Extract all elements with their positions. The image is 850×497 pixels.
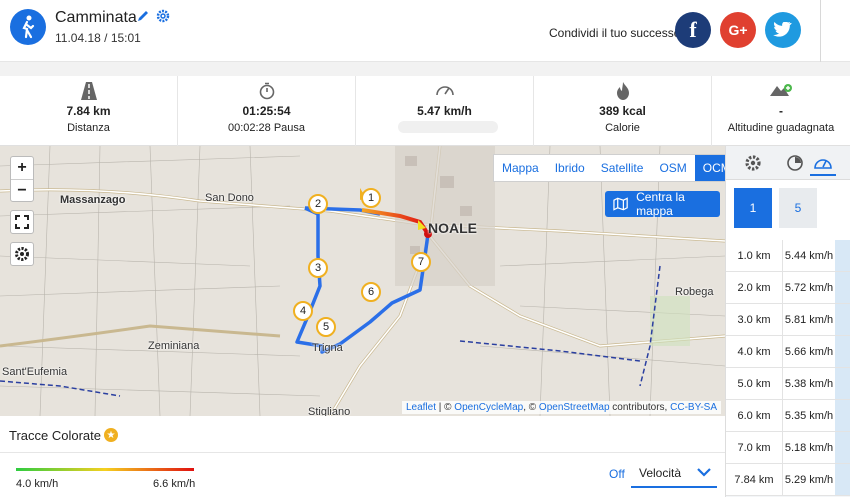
split-row: 4.0 km 5.66 km/h <box>726 336 850 368</box>
tab-speed[interactable] <box>810 150 836 176</box>
panel-tabs <box>726 146 850 180</box>
pie-clock-icon <box>787 155 803 171</box>
route-marker[interactable]: 3 <box>308 258 328 278</box>
colored-tracks-title: Tracce Colorate <box>9 428 101 443</box>
map-attribution: Leaflet | © OpenCycleMap, © OpenStreetMa… <box>401 401 721 414</box>
stopwatch-icon <box>259 82 275 105</box>
gradient-max-label: 6.6 km/h <box>153 478 196 490</box>
zoom-in-button[interactable]: + <box>11 157 33 179</box>
page-1-button[interactable]: 1 <box>734 188 772 228</box>
route-map[interactable]: Massanzago San Dono Zeminiana Sant'Eufem… <box>0 146 725 416</box>
gradient-min-label: 4.0 km/h <box>16 478 59 490</box>
layer-ibrido[interactable]: Ibrido <box>547 155 593 181</box>
stat-avg-speed: 5.47 km/h <box>356 76 534 146</box>
stat-distance: 7.84 km Distanza <box>0 76 178 146</box>
premium-star-icon: ★ <box>104 428 118 442</box>
layer-mappa[interactable]: Mappa <box>494 155 547 181</box>
split-row: 5.0 km 5.38 km/h <box>726 368 850 400</box>
road-icon <box>80 82 97 105</box>
split-row: 1.0 km 5.44 km/h <box>726 240 850 272</box>
edit-pencil-icon[interactable] <box>136 9 150 28</box>
openstreetmap-link[interactable]: OpenStreetMap <box>539 402 610 413</box>
splits-table: 1.0 km 5.44 km/h 2.0 km 5.72 km/h 3.0 km 5.… <box>726 240 850 496</box>
route-marker[interactable]: 6 <box>361 282 381 302</box>
blurred-label <box>398 121 498 133</box>
town-label: Stigliano <box>308 406 351 416</box>
layer-switcher: Mappa Ibrido Satellite OSM OCM <box>493 154 725 182</box>
activity-date: 11.04.18 / 15:01 <box>55 31 141 45</box>
layer-ocm[interactable]: OCM <box>694 155 725 181</box>
license-link[interactable]: CC-BY-SA <box>670 402 717 413</box>
split-row: 7.0 km 5.18 km/h <box>726 432 850 464</box>
split-row: 2.0 km 5.72 km/h <box>726 272 850 304</box>
colored-tracks-off-link[interactable]: Off <box>609 467 625 481</box>
stats-bar: 7.84 km Distanza 01:25:54 00:02:28 Pausa… <box>0 76 850 146</box>
zoom-control: + − <box>10 156 34 202</box>
route-marker[interactable]: 2 <box>308 194 328 214</box>
layer-satellite[interactable]: Satellite <box>593 155 652 181</box>
chevron-down-icon <box>697 466 711 480</box>
walking-icon <box>10 9 46 45</box>
speed-gradient-legend <box>16 468 194 471</box>
center-map-button[interactable]: Centra la mappa <box>605 190 720 218</box>
split-pages: 1 5 <box>726 180 850 240</box>
town-label: NOALE <box>428 220 477 236</box>
town-label: San Dono <box>205 192 254 204</box>
fullscreen-button[interactable] <box>10 210 34 234</box>
route-marker[interactable]: 7 <box>411 252 431 272</box>
page-5-button[interactable]: 5 <box>779 188 817 228</box>
google-plus-icon: G+ <box>728 22 748 38</box>
split-row: 3.0 km 5.81 km/h <box>726 304 850 336</box>
route-marker[interactable]: 5 <box>316 317 336 337</box>
town-label: Massanzago <box>60 194 126 206</box>
splits-panel: 1 5 1.0 km 5.44 km/h 2.0 km 5.72 km/h 3.0 … <box>725 146 850 497</box>
route-marker[interactable]: 4 <box>293 301 313 321</box>
stat-elevation: - Altitudine guadagnata <box>712 76 850 146</box>
flame-icon <box>616 82 630 105</box>
activity-title: Camminata <box>55 9 137 26</box>
google-plus-share-button[interactable]: G+ <box>720 12 756 48</box>
zoom-out-button[interactable]: − <box>11 179 33 201</box>
fullscreen-icon <box>15 215 29 229</box>
leaflet-link[interactable]: Leaflet <box>406 402 436 413</box>
activity-header: Camminata 11.04.18 / 15:01 Condividi il … <box>0 0 850 62</box>
map-tiles <box>0 146 725 416</box>
speedometer-icon <box>814 159 832 169</box>
speedometer-icon <box>435 82 455 101</box>
split-row: 7.84 km 5.29 km/h <box>726 464 850 496</box>
stat-duration: 01:25:54 00:02:28 Pausa <box>178 76 356 146</box>
town-label: Zeminiana <box>148 340 200 352</box>
town-label: Trigna <box>312 342 343 354</box>
stat-calories: 389 kcal Calorie <box>534 76 712 146</box>
facebook-icon: f <box>689 17 697 42</box>
split-row: 6.0 km 5.35 km/h <box>726 400 850 432</box>
route-marker[interactable]: 1 <box>361 188 381 208</box>
town-label: Sant'Eufemia <box>2 366 68 378</box>
twitter-share-button[interactable] <box>765 12 801 48</box>
map-settings-button[interactable] <box>10 242 34 266</box>
opencyclemap-link[interactable]: OpenCycleMap <box>454 402 523 413</box>
tab-time[interactable] <box>782 150 808 176</box>
colored-tracks-section: Tracce Colorate ★ 4.0 km/h 6.6 km/h Off … <box>0 416 725 497</box>
tab-settings[interactable] <box>740 150 766 176</box>
share-label: Condividi il tuo successo <box>549 26 681 40</box>
gear-icon <box>745 155 761 171</box>
map-fold-icon <box>613 197 628 211</box>
settings-gear-icon[interactable] <box>156 9 170 28</box>
mountain-up-icon <box>770 82 792 103</box>
layer-osm[interactable]: OSM <box>651 155 694 181</box>
gear-icon <box>15 247 29 261</box>
town-label: Robega <box>675 286 714 298</box>
facebook-share-button[interactable]: f <box>675 12 711 48</box>
track-metric-select[interactable]: Velocità <box>631 460 717 488</box>
twitter-bird-icon <box>773 22 792 37</box>
